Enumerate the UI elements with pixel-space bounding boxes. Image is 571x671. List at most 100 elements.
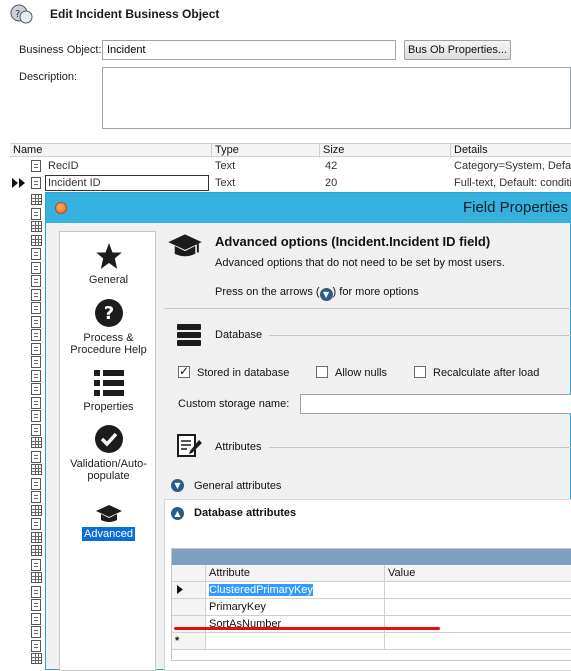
nav-item-label: General (88, 274, 129, 286)
recalculate-after-load-checkbox[interactable] (414, 366, 426, 378)
text-field-icon (31, 261, 41, 274)
custom-storage-name-input[interactable] (300, 394, 571, 414)
text-field-icon (31, 477, 41, 490)
table-row[interactable]: RecID Text 42 Category=System, Defau (10, 158, 571, 175)
star-icon (95, 243, 122, 269)
row-header[interactable] (172, 599, 206, 616)
row-header-corner (172, 565, 206, 582)
value-cell[interactable] (385, 599, 571, 616)
collapse-database-attributes-button[interactable]: ▲ (171, 507, 184, 520)
table-field-icon (31, 221, 42, 232)
column-header-name[interactable]: Name (10, 144, 212, 158)
new-attribute-cell[interactable] (206, 633, 385, 650)
row-header[interactable] (172, 616, 206, 633)
list-icon (93, 370, 124, 396)
graduation-cap-icon (95, 505, 122, 522)
text-field-icon (31, 450, 41, 463)
expand-hint: Press on the arrows (▼) for more options (215, 286, 419, 301)
field-type: Text (215, 160, 236, 172)
text-field-icon (31, 275, 41, 287)
checkbox-label: Allow nulls (335, 367, 387, 379)
checkmark-icon (94, 425, 123, 453)
text-field-icon (31, 558, 41, 571)
general-attributes-label[interactable]: General attributes (194, 480, 281, 492)
text-field-icon (31, 369, 41, 382)
description-label: Description: (19, 71, 78, 83)
text-field-icon (31, 356, 41, 368)
database-attributes-label[interactable]: Database attributes (194, 507, 296, 519)
column-header-value[interactable]: Value (385, 565, 571, 582)
text-field-icon (31, 329, 41, 341)
table-field-icon (31, 437, 42, 448)
nav-item-validation-auto-populate[interactable]: Validation/Auto-populate (60, 424, 157, 482)
field-name: RecID (48, 160, 79, 172)
expand-hint-text: Press on the arrows ( (215, 286, 320, 298)
window-title-bar: ? Edit Incident Business Object (0, 0, 571, 30)
nav-item-general[interactable]: General (60, 242, 157, 286)
advanced-subheading: Advanced options that do not need to be … (215, 257, 505, 269)
text-field-icon (31, 207, 41, 220)
text-field-icon (31, 639, 41, 652)
value-cell[interactable] (385, 616, 571, 633)
table-row-selected[interactable]: Incident ID Text 20 Full-text, Default: … (10, 175, 571, 192)
text-field-icon (31, 288, 41, 301)
custom-storage-label: Custom storage name: (178, 398, 290, 410)
dialog-nav-panel: General ? Process & Procedure Help Prope… (59, 231, 156, 671)
field-name-edit-box[interactable]: Incident ID (45, 175, 209, 191)
nav-item-label: Advanced (82, 527, 135, 541)
nav-item-properties[interactable]: Properties (60, 369, 157, 413)
text-field-icon (31, 302, 41, 314)
new-value-cell[interactable] (385, 633, 571, 650)
nav-item-process-procedure-help[interactable]: ? Process & Procedure Help (60, 298, 157, 356)
text-field-icon (31, 248, 41, 260)
checkbox-label: Stored in database (197, 367, 290, 379)
business-object-input[interactable] (102, 40, 396, 60)
description-textarea[interactable] (102, 67, 571, 129)
table-field-icon (31, 572, 42, 583)
row-header[interactable] (172, 582, 206, 599)
fields-grid-header: Name Type Size Details (10, 143, 571, 158)
attribute-cell[interactable]: SortAsNumber (206, 616, 385, 633)
database-section-label: Database (215, 329, 263, 341)
text-field-icon (31, 396, 41, 409)
text-field-icon (31, 410, 41, 422)
business-object-label: Business Object: (19, 44, 102, 56)
stored-in-database-checkbox[interactable] (178, 364, 190, 378)
table-field-icon (31, 464, 42, 475)
dialog-title: Field Properties (462, 199, 568, 216)
svg-text:?: ? (15, 9, 20, 20)
table-field-icon (31, 234, 42, 246)
allow-nulls-checkbox[interactable] (316, 366, 328, 378)
bus-ob-properties-button[interactable]: Bus Ob Properties... (404, 40, 511, 60)
column-header-size[interactable]: Size (320, 144, 451, 158)
text-field-icon (31, 315, 41, 328)
attribute-cell[interactable]: PrimaryKey (206, 599, 385, 616)
field-properties-dialog: Field Properties General ? Process & Pro… (45, 192, 571, 671)
nav-item-advanced[interactable]: Advanced (60, 504, 157, 541)
text-field-icon (31, 599, 41, 611)
divider (164, 308, 571, 309)
table-field-icon (31, 653, 42, 664)
column-header-details[interactable]: Details (451, 144, 571, 158)
expand-hint-text: ) for more options (332, 286, 419, 298)
text-field-icon (31, 342, 41, 355)
new-row-header[interactable]: * (172, 633, 206, 650)
business-object-icon: ? (10, 4, 33, 24)
database-icon (177, 324, 201, 346)
table-field-icon (31, 545, 42, 556)
question-icon: ? (94, 299, 123, 327)
text-field-icon (31, 626, 41, 638)
attribute-cell[interactable]: ClusteredPrimaryKey (206, 582, 385, 599)
column-header-type[interactable]: Type (212, 144, 320, 158)
nav-item-label: Process & Procedure Help (70, 332, 147, 356)
attributes-section-label: Attributes (215, 441, 262, 453)
column-header-attribute[interactable]: Attribute (206, 565, 385, 582)
checkbox-label: Recalculate after load (433, 367, 540, 379)
value-cell[interactable] (385, 582, 571, 599)
table-field-icon (31, 504, 42, 516)
window-title: Edit Incident Business Object (50, 7, 220, 21)
expand-general-attributes-button[interactable]: ▼ (171, 479, 184, 492)
red-annotation-line (174, 627, 440, 630)
attributes-edit-icon (177, 434, 202, 457)
text-field-icon (31, 585, 41, 598)
